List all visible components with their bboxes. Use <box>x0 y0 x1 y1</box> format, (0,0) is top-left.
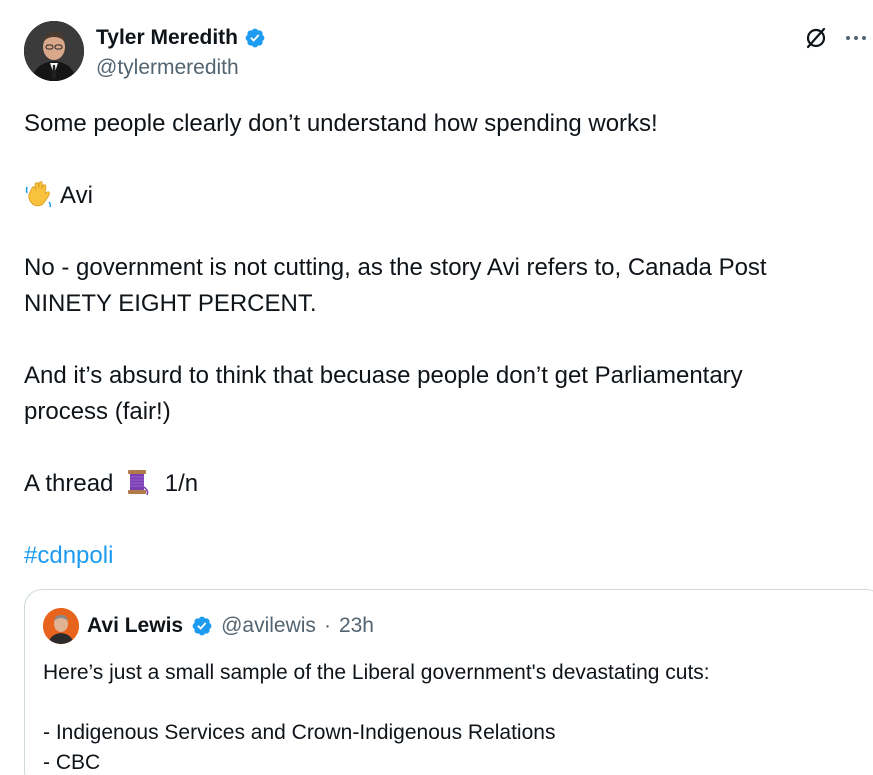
quoted-tweet-text: Here’s just a small sample of the Libera… <box>43 658 873 775</box>
tweet-line-text: 1/n <box>164 470 199 497</box>
tweet-line: NINETY EIGHT PERCENT. <box>24 290 317 317</box>
tweet-line: A thread 1/n <box>24 466 833 502</box>
author-name-row: Tyler Meredith <box>96 25 266 51</box>
quoted-tweet[interactable]: Avi Lewis @avilewis · 23h Here’s just a … <box>24 589 873 775</box>
quoted-line: - Indigenous Services and Crown-Indigeno… <box>43 721 556 744</box>
quoted-line: - CBC <box>43 751 101 774</box>
author-display-name[interactable]: Tyler Meredith <box>96 25 238 51</box>
tweet-line-text: A thread <box>24 470 114 497</box>
tweet-line-text: Avi <box>60 182 93 209</box>
author-handle[interactable]: @tylermeredith <box>96 55 239 81</box>
verified-badge-icon[interactable] <box>244 27 266 49</box>
author-avatar[interactable] <box>24 21 84 81</box>
tweet-header: Tyler Meredith @tylermeredith <box>24 21 873 81</box>
tweet-line: process (fair!) <box>24 398 171 425</box>
hashtag-link[interactable]: #cdnpoli <box>24 542 113 569</box>
tweet-text: Some people clearly don’t understand how… <box>24 106 833 574</box>
tweet-line: Avi <box>24 178 833 214</box>
quoted-verified-badge-icon <box>191 615 213 637</box>
quoted-author-avatar[interactable] <box>43 608 79 644</box>
tweet-line: And it’s absurd to think that becuase pe… <box>24 362 743 389</box>
thread-spool-emoji-icon <box>122 467 152 497</box>
quoted-timestamp[interactable]: 23h <box>339 614 374 638</box>
grok-icon[interactable] <box>803 25 829 51</box>
tweet-line: #cdnpoli <box>24 538 833 574</box>
quoted-author-name[interactable]: Avi Lewis <box>87 614 183 638</box>
quoted-line: Here’s just a small sample of the Libera… <box>43 661 710 684</box>
meta-separator: · <box>323 614 331 637</box>
more-options-icon[interactable] <box>843 25 869 51</box>
tweet-line: No - government is not cutting, as the s… <box>24 254 767 281</box>
header-actions <box>803 25 869 51</box>
waving-hand-emoji-icon <box>24 179 54 209</box>
tweet: Tyler Meredith @tylermeredith Some peopl… <box>0 0 873 775</box>
tweet-line: Some people clearly don’t understand how… <box>24 110 658 137</box>
quoted-tweet-header: Avi Lewis @avilewis · 23h <box>43 608 873 644</box>
quoted-author-handle[interactable]: @avilewis <box>221 614 316 638</box>
